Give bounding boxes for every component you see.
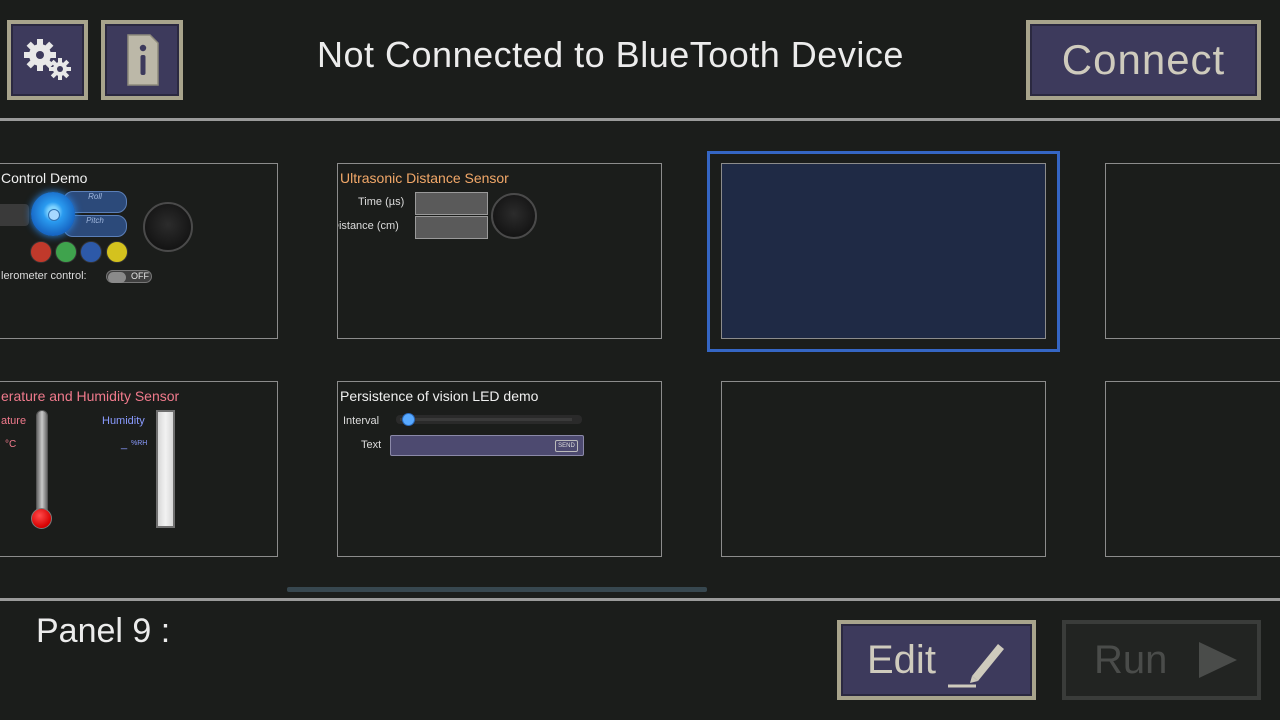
led-blue[interactable]: [80, 241, 102, 263]
humidity-unit: %RH: [131, 440, 148, 447]
panel-label: Panel 9 :: [36, 612, 171, 650]
led-yellow[interactable]: [106, 241, 128, 263]
connection-status: Not Connected to BlueTooth Device: [317, 34, 904, 75]
joystick-base: [0, 204, 29, 226]
interval-slider-thumb[interactable]: [402, 413, 415, 426]
info-icon: [127, 34, 159, 86]
time-value: [415, 192, 488, 215]
thermometer-bulb: [31, 508, 52, 529]
panel-ultrasonic[interactable]: Ultrasonic Distance Sensor Time (µs) Dis…: [337, 163, 662, 339]
panel-pov[interactable]: Persistence of vision LED demo Interval …: [337, 381, 662, 557]
accelerometer-label: lerometer control:: [1, 270, 87, 282]
panel-title: erature and Humidity Sensor: [1, 388, 180, 404]
settings-button[interactable]: [7, 20, 88, 100]
top-divider: [0, 118, 1280, 121]
distance-value: [415, 216, 488, 239]
panel-title: Control Demo: [1, 170, 88, 186]
toggle-label: OFF: [131, 271, 149, 281]
interval-label: Interval: [343, 415, 380, 427]
thermometer: [36, 410, 48, 522]
panel-temp-humidity[interactable]: erature and Humidity Sensor ature °C Hum…: [0, 381, 278, 557]
led-green[interactable]: [55, 241, 77, 263]
edit-button[interactable]: Edit: [837, 620, 1036, 700]
pitch-label: Pitch: [86, 216, 104, 225]
edit-label: Edit: [867, 637, 936, 682]
distance-label: Distance (cm): [337, 220, 399, 232]
run-label: Run: [1094, 637, 1168, 682]
humidity-label: Humidity: [102, 415, 145, 427]
panel-empty[interactable]: [1105, 163, 1280, 339]
run-button[interactable]: Run: [1062, 620, 1261, 700]
humidity-bar: [156, 410, 175, 528]
panel-title: Persistence of vision LED demo: [340, 388, 539, 404]
connect-button[interactable]: Connect: [1026, 20, 1261, 100]
info-button[interactable]: [101, 20, 183, 100]
panel-empty[interactable]: [1105, 381, 1280, 557]
panel-empty[interactable]: [721, 381, 1046, 557]
led-red[interactable]: [30, 241, 52, 263]
panel-control-demo[interactable]: Control Demo Roll Pitch lerometer contro…: [0, 163, 278, 339]
pencil-icon: [947, 644, 1004, 688]
interval-slider-track[interactable]: [396, 415, 582, 424]
text-input[interactable]: SEND: [390, 435, 584, 456]
play-icon: [1199, 642, 1238, 678]
temperature-label: ature: [1, 415, 27, 427]
roll-label: Roll: [88, 192, 102, 201]
send-button[interactable]: SEND: [555, 440, 578, 452]
horizontal-scrollbar[interactable]: [287, 587, 707, 592]
status-indicator: [143, 202, 193, 252]
time-label: Time (µs): [358, 196, 405, 208]
bottom-divider: [0, 598, 1280, 601]
humidity-value: _: [121, 438, 128, 450]
gear-icon: [23, 39, 71, 80]
panel-empty-selected[interactable]: [721, 163, 1046, 339]
status-indicator: [491, 193, 537, 239]
panel-title: Ultrasonic Distance Sensor: [340, 170, 509, 186]
accelerometer-toggle[interactable]: OFF: [106, 270, 152, 283]
temperature-unit: °C: [5, 439, 17, 450]
joystick-knob[interactable]: [31, 192, 75, 236]
text-label: Text: [361, 439, 382, 451]
